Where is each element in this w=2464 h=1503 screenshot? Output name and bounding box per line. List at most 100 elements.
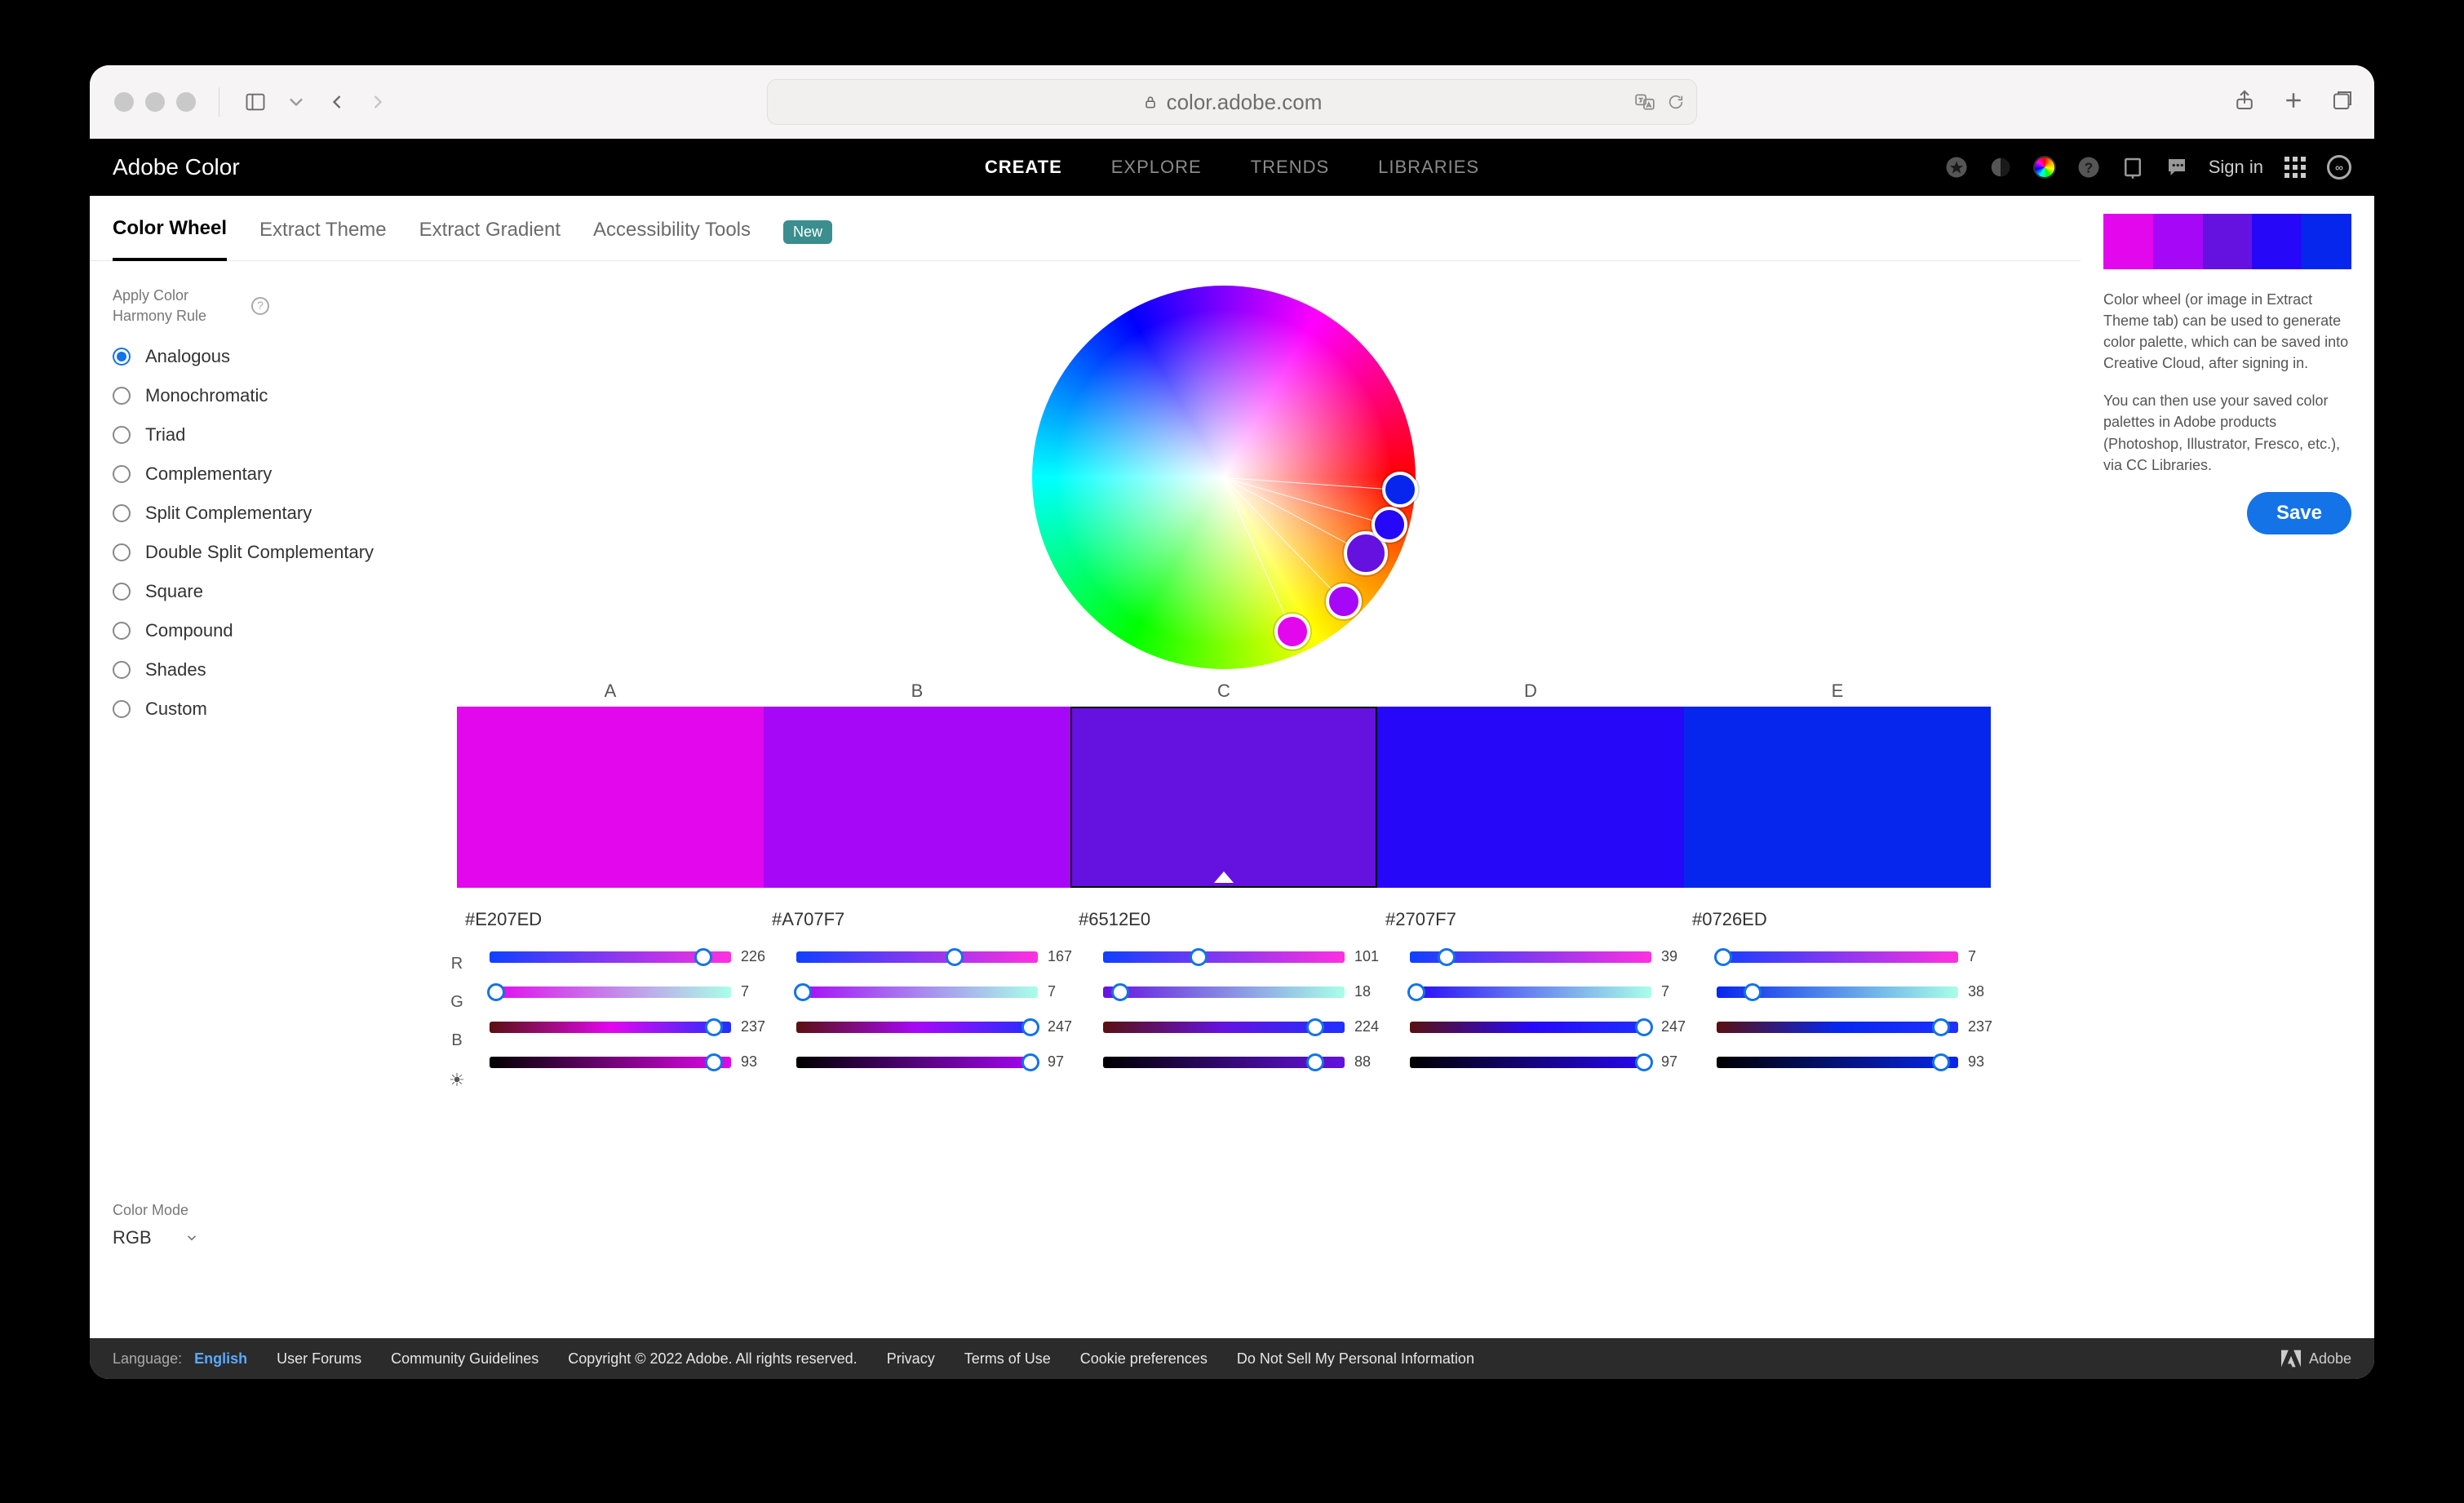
help-icon[interactable]: ? bbox=[2076, 155, 2101, 180]
color-mode-select[interactable]: RGB bbox=[113, 1227, 199, 1248]
footer-link[interactable]: Do Not Sell My Personal Information bbox=[1237, 1350, 1474, 1368]
slider-br[interactable]: 97 bbox=[1410, 1053, 1700, 1071]
slider-b[interactable]: 247 bbox=[796, 1018, 1087, 1035]
slider-b[interactable]: 247 bbox=[1410, 1018, 1700, 1035]
hex-value[interactable]: #6512E0 bbox=[1079, 909, 1369, 930]
nav-tab-libraries[interactable]: LIBRARIES bbox=[1378, 157, 1479, 178]
translate-icon[interactable] bbox=[1634, 91, 1655, 113]
announcement-icon[interactable] bbox=[2121, 155, 2145, 180]
back-button[interactable] bbox=[324, 89, 350, 115]
slider-value[interactable]: 7 bbox=[1048, 983, 1087, 1000]
footer-link[interactable]: Community Guidelines bbox=[391, 1350, 538, 1368]
harmony-option-split-complementary[interactable]: Split Complementary bbox=[113, 503, 390, 524]
slider-r[interactable]: 39 bbox=[1410, 948, 1700, 965]
subnav-tab-extract-gradient[interactable]: Extract Gradient bbox=[419, 219, 561, 259]
slider-g[interactable]: 38 bbox=[1717, 983, 2007, 1000]
slider-r[interactable]: 101 bbox=[1103, 948, 1394, 965]
slider-value[interactable]: 88 bbox=[1354, 1053, 1394, 1071]
slider-value[interactable]: 237 bbox=[741, 1018, 780, 1035]
harmony-option-square[interactable]: Square bbox=[113, 581, 390, 602]
slider-value[interactable]: 39 bbox=[1661, 948, 1700, 965]
slider-value[interactable]: 237 bbox=[1968, 1018, 2007, 1035]
swatch[interactable] bbox=[764, 707, 1070, 888]
forward-button[interactable] bbox=[365, 89, 391, 115]
contrast-icon[interactable] bbox=[1988, 155, 2013, 180]
slider-value[interactable]: 93 bbox=[741, 1053, 780, 1071]
slider-value[interactable]: 97 bbox=[1048, 1053, 1087, 1071]
footer-link[interactable]: User Forums bbox=[277, 1350, 361, 1368]
slider-value[interactable]: 101 bbox=[1354, 948, 1394, 965]
sidebar-toggle-icon[interactable] bbox=[242, 89, 268, 115]
hex-value[interactable]: #A707F7 bbox=[772, 909, 1062, 930]
slider-value[interactable]: 7 bbox=[1661, 983, 1700, 1000]
harmony-option-monochromatic[interactable]: Monochromatic bbox=[113, 385, 390, 406]
wheel-handle[interactable] bbox=[1372, 507, 1407, 543]
nav-tab-trends[interactable]: TRENDS bbox=[1251, 157, 1329, 178]
swatch[interactable] bbox=[1377, 707, 1684, 888]
slider-value[interactable]: 7 bbox=[1968, 948, 2007, 965]
subnav-tab-accessibility-tools[interactable]: Accessibility Tools bbox=[593, 219, 751, 259]
color-wheel[interactable] bbox=[1032, 286, 1416, 669]
footer-link[interactable]: Privacy bbox=[887, 1350, 935, 1368]
harmony-option-shades[interactable]: Shades bbox=[113, 659, 390, 681]
slider-value[interactable]: 167 bbox=[1048, 948, 1087, 965]
hex-value[interactable]: #E207ED bbox=[465, 909, 756, 930]
slider-g[interactable]: 7 bbox=[796, 983, 1087, 1000]
wheel-handle[interactable] bbox=[1274, 614, 1310, 650]
footer-link[interactable]: Cookie preferences bbox=[1080, 1350, 1208, 1368]
nav-tab-create[interactable]: CREATE bbox=[985, 157, 1062, 178]
harmony-option-custom[interactable]: Custom bbox=[113, 698, 390, 720]
swatch[interactable] bbox=[1684, 707, 1991, 888]
slider-value[interactable]: 247 bbox=[1661, 1018, 1700, 1035]
tabs-overview-icon[interactable] bbox=[2330, 88, 2355, 117]
slider-b[interactable]: 237 bbox=[1717, 1018, 2007, 1035]
new-tab-icon[interactable] bbox=[2281, 88, 2306, 117]
slider-g[interactable]: 7 bbox=[490, 983, 780, 1000]
hex-value[interactable]: #0726ED bbox=[1692, 909, 1983, 930]
slider-value[interactable]: 97 bbox=[1661, 1053, 1700, 1071]
footer-link[interactable]: Terms of Use bbox=[964, 1350, 1051, 1368]
url-bar[interactable]: color.adobe.com bbox=[767, 79, 1697, 125]
share-icon[interactable] bbox=[2232, 88, 2257, 117]
slider-value[interactable]: 38 bbox=[1968, 983, 2007, 1000]
slider-r[interactable]: 7 bbox=[1717, 948, 2007, 965]
slider-value[interactable]: 247 bbox=[1048, 1018, 1087, 1035]
star-icon[interactable] bbox=[1944, 155, 1969, 180]
slider-b[interactable]: 224 bbox=[1103, 1018, 1394, 1035]
subnav-tab-color-wheel[interactable]: Color Wheel bbox=[113, 217, 227, 261]
app-logo[interactable]: Adobe Color bbox=[113, 154, 240, 180]
slider-g[interactable]: 7 bbox=[1410, 983, 1700, 1000]
signin-link[interactable]: Sign in bbox=[2209, 157, 2263, 178]
swatch[interactable] bbox=[457, 707, 764, 888]
color-wheel-icon[interactable] bbox=[2032, 155, 2057, 180]
slider-g[interactable]: 18 bbox=[1103, 983, 1394, 1000]
feedback-icon[interactable] bbox=[2165, 155, 2189, 180]
reload-icon[interactable] bbox=[1667, 93, 1685, 111]
creative-cloud-icon[interactable]: ∞ bbox=[2327, 155, 2351, 180]
slider-value[interactable]: 224 bbox=[1354, 1018, 1394, 1035]
subnav-tab-extract-theme[interactable]: Extract Theme bbox=[259, 219, 387, 259]
slider-br[interactable]: 88 bbox=[1103, 1053, 1394, 1071]
wheel-handle[interactable] bbox=[1382, 472, 1418, 508]
save-button[interactable]: Save bbox=[2247, 492, 2351, 534]
slider-br[interactable]: 93 bbox=[1717, 1053, 2007, 1071]
apps-grid-icon[interactable] bbox=[2283, 155, 2307, 180]
traffic-lights[interactable] bbox=[114, 92, 196, 112]
slider-br[interactable]: 93 bbox=[490, 1053, 780, 1071]
slider-value[interactable]: 7 bbox=[741, 983, 780, 1000]
harmony-option-triad[interactable]: Triad bbox=[113, 424, 390, 446]
nav-tab-explore[interactable]: EXPLORE bbox=[1111, 157, 1202, 178]
footer-link[interactable]: Copyright © 2022 Adobe. All rights reser… bbox=[568, 1350, 857, 1368]
slider-value[interactable]: 18 bbox=[1354, 983, 1394, 1000]
slider-value[interactable]: 93 bbox=[1968, 1053, 2007, 1071]
wheel-handle[interactable] bbox=[1326, 583, 1362, 619]
chevron-down-icon[interactable] bbox=[283, 89, 309, 115]
harmony-option-double-split-complementary[interactable]: Double Split Complementary bbox=[113, 542, 390, 563]
slider-r[interactable]: 167 bbox=[796, 948, 1087, 965]
harmony-option-compound[interactable]: Compound bbox=[113, 620, 390, 641]
info-icon[interactable]: ? bbox=[251, 297, 269, 315]
swatch[interactable] bbox=[1070, 707, 1377, 888]
adobe-brand[interactable]: Adobe bbox=[2281, 1349, 2351, 1368]
hex-value[interactable]: #2707F7 bbox=[1385, 909, 1676, 930]
harmony-option-analogous[interactable]: Analogous bbox=[113, 346, 390, 367]
